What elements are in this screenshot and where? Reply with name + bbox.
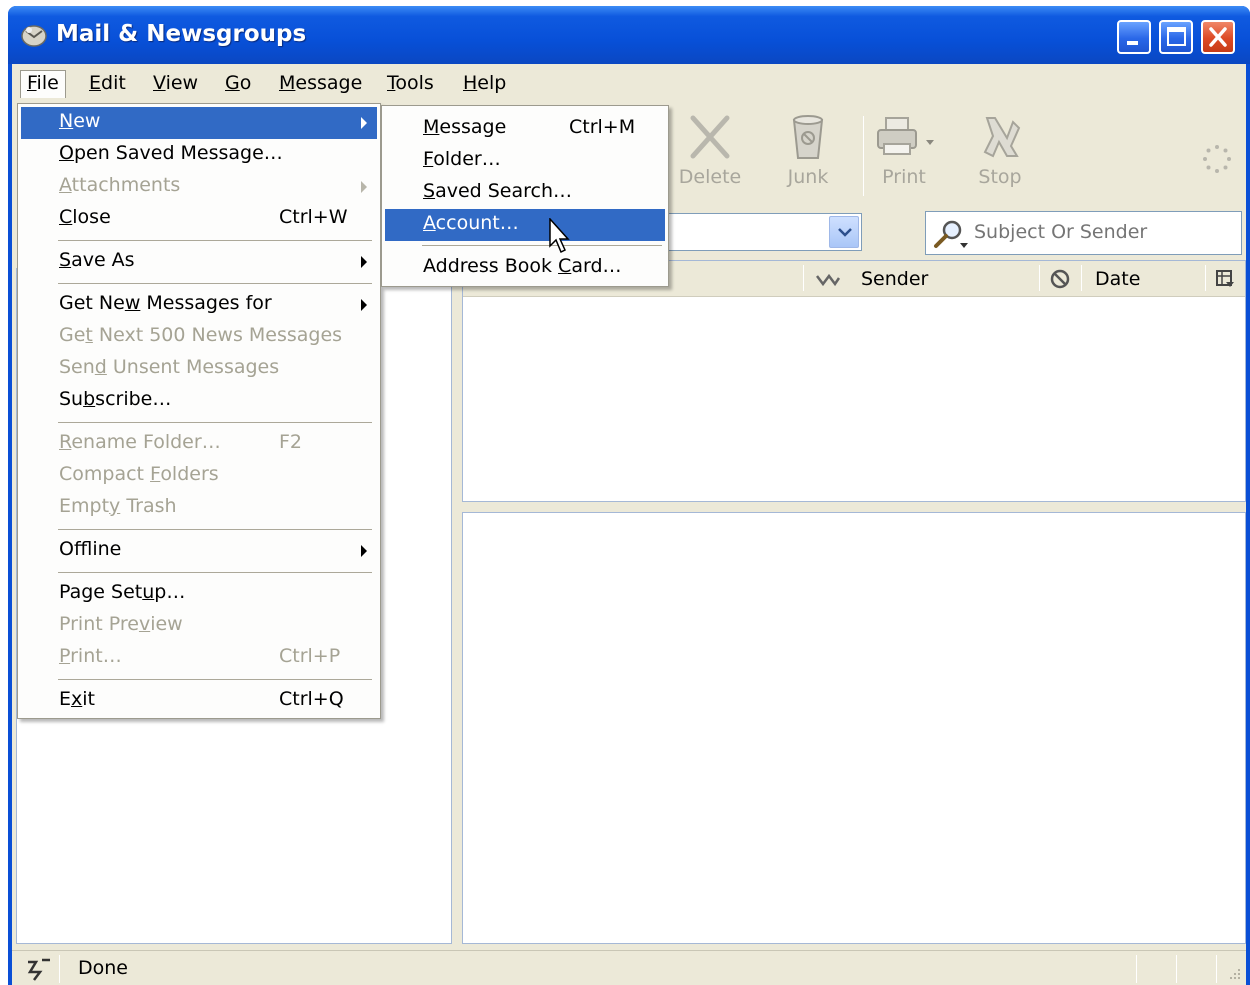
new-message-item[interactable]: Message Ctrl+M (385, 113, 665, 145)
file-menu-new[interactable]: New (21, 107, 377, 139)
delete-icon (690, 115, 730, 159)
minimize-button[interactable] (1117, 20, 1151, 54)
message-pane[interactable] (462, 512, 1246, 944)
new-folder-item[interactable]: Folder… (385, 145, 665, 177)
column-separator (1205, 265, 1206, 291)
file-menu-empty-trash: Empty Trash (59, 495, 177, 517)
stop-button[interactable]: Stop (954, 112, 1046, 196)
search-input[interactable] (972, 215, 1234, 249)
file-menu-offline[interactable]: Offline (21, 535, 377, 567)
title-bar[interactable]: Mail & Newsgroups (8, 6, 1250, 64)
status-separator (59, 955, 60, 983)
file-menu-subscribe[interactable]: Subscribe… (21, 385, 377, 417)
new-address-book-card-item[interactable]: Address Book Card… (385, 252, 665, 284)
chevron-down-icon (838, 228, 852, 237)
file-menu-save-as[interactable]: Save As (21, 246, 377, 278)
minimize-icon (1127, 41, 1138, 45)
thread-read-icon[interactable] (815, 270, 841, 288)
status-separator (1176, 955, 1177, 983)
junk-icon (792, 115, 824, 159)
file-menu-attachments: Attachments (21, 171, 377, 203)
menu-tools[interactable]: Tools (380, 70, 441, 98)
file-menu-get-next-news: Get Next 500 News Messages (59, 324, 343, 346)
submenu-arrow-icon (361, 117, 367, 129)
online-status-icon[interactable] (24, 956, 52, 982)
close-icon (1209, 27, 1227, 47)
menu-go[interactable]: Go (218, 70, 258, 98)
print-icon (877, 117, 934, 155)
file-menu-rename-folder: Rename Folder… F2 (59, 431, 303, 453)
junk-button[interactable]: Junk (762, 112, 854, 196)
activity-throbber-icon (1203, 145, 1231, 173)
menu-file[interactable]: File (20, 70, 66, 98)
file-menu-send-unsent: Send Unsent Messages (59, 356, 280, 378)
submenu-arrow-icon (361, 545, 367, 557)
file-menu-print: Print… Ctrl+P (59, 645, 341, 667)
file-menu-print-preview: Print Preview (59, 613, 183, 635)
junk-status-icon[interactable] (1049, 268, 1071, 290)
menu-message[interactable]: Message (272, 70, 369, 98)
file-menu-open-saved-message[interactable]: Open Saved Message… (21, 139, 377, 171)
submenu-arrow-icon (361, 299, 367, 311)
column-picker-icon[interactable] (1215, 269, 1235, 289)
submenu-arrow-icon (361, 181, 367, 193)
menu-separator (58, 529, 372, 530)
menu-separator (58, 422, 372, 423)
menu-help[interactable]: Help (456, 70, 513, 98)
menu-separator (422, 245, 662, 246)
submenu-arrow-icon (361, 256, 367, 268)
new-submenu: Message Ctrl+M Folder… Saved Search… Acc… (381, 105, 669, 287)
menu-separator (58, 572, 372, 573)
file-menu-close[interactable]: Close Ctrl+W (21, 203, 377, 235)
view-dropdown-button[interactable] (829, 216, 859, 248)
window-title: Mail & Newsgroups (56, 21, 307, 47)
menu-edit[interactable]: Edit (82, 70, 133, 98)
file-menu: New Open Saved Message… Attachments Clos… (17, 103, 381, 719)
mail-app-icon (21, 25, 47, 47)
stop-icon (983, 117, 1021, 158)
column-separator (1039, 265, 1040, 291)
menu-separator (58, 679, 372, 680)
menu-bar: File Edit View Go Message Tools Help (12, 64, 1246, 102)
file-menu-get-new-messages[interactable]: Get New Messages for (21, 289, 377, 321)
column-separator (803, 265, 804, 291)
maximize-icon (1167, 27, 1186, 46)
menu-separator (58, 240, 372, 241)
column-sender[interactable]: Sender (861, 268, 928, 290)
close-button[interactable] (1201, 20, 1235, 54)
column-separator (1081, 265, 1082, 291)
file-menu-page-setup[interactable]: Page Setup… (21, 578, 377, 610)
column-date[interactable]: Date (1095, 268, 1140, 290)
delete-button[interactable]: Delete (664, 112, 756, 196)
maximize-button[interactable] (1159, 20, 1193, 54)
status-separator (1216, 955, 1217, 983)
mouse-pointer-icon (549, 218, 570, 254)
print-button[interactable]: Print (858, 112, 950, 196)
new-account-item[interactable]: Account… (385, 209, 665, 241)
thread-pane[interactable]: Sender Date (462, 260, 1246, 502)
status-bar: Done (12, 950, 1246, 985)
menu-separator (58, 283, 372, 284)
status-separator (1136, 955, 1137, 983)
new-saved-search-item[interactable]: Saved Search… (385, 177, 665, 209)
status-text: Done (78, 957, 128, 979)
view-select[interactable] (662, 213, 862, 251)
search-box[interactable] (925, 211, 1242, 255)
file-menu-compact-folders: Compact Folders (59, 463, 219, 485)
resize-grip-icon[interactable] (1226, 967, 1242, 983)
file-menu-exit[interactable]: Exit Ctrl+Q (21, 685, 377, 717)
menu-view[interactable]: View (146, 70, 205, 98)
search-icon[interactable] (932, 219, 970, 249)
